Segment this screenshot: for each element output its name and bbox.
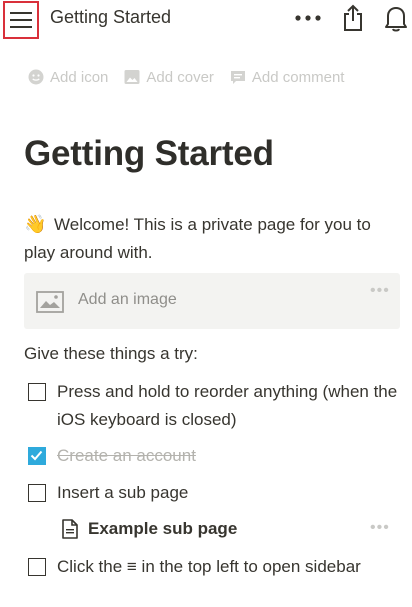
more-horizontal-icon — [295, 15, 321, 21]
add-comment-button[interactable]: Add comment — [230, 68, 345, 86]
image-icon — [124, 70, 140, 84]
add-icon-button[interactable]: Add icon — [28, 69, 108, 86]
waving-hand-emoji: 👋 — [24, 214, 47, 234]
add-comment-label: Add comment — [251, 68, 345, 86]
page-title[interactable]: Getting Started — [24, 134, 274, 174]
subpage-label: Example sub page — [88, 519, 238, 538]
todo-checkbox-checked[interactable] — [28, 447, 46, 465]
page-meta-actions: Add icon Add cover Add comment — [28, 66, 360, 88]
add-cover-button[interactable]: Add cover — [124, 69, 214, 86]
image-placeholder-label: Add an image — [78, 291, 177, 308]
todo-text: Click the ≡ in the top left to open side… — [57, 557, 361, 576]
image-placeholder-block[interactable]: Add an image ••• — [24, 273, 400, 329]
more-button[interactable] — [292, 8, 324, 28]
todo-text-completed: Create an account — [57, 446, 196, 465]
try-heading[interactable]: Give these things a try: — [24, 344, 198, 364]
checkmark-icon — [30, 450, 43, 461]
todo-text: Insert a sub page — [57, 483, 189, 502]
welcome-text: Welcome! This is a private page for you … — [24, 215, 371, 262]
hamburger-menu-icon — [10, 12, 32, 28]
subpage-link[interactable]: Example sub page — [62, 516, 237, 542]
todo-checkbox[interactable] — [28, 558, 46, 576]
smiley-icon — [28, 69, 44, 85]
bell-icon — [385, 7, 407, 32]
subpage-more-icon[interactable]: ••• — [370, 519, 390, 537]
top-bar: Getting Started — [0, 0, 412, 40]
page-icon — [62, 519, 78, 539]
add-icon-label: Add icon — [50, 68, 109, 86]
comment-icon — [230, 71, 245, 84]
image-icon — [36, 291, 64, 313]
share-button[interactable] — [340, 2, 366, 34]
todo-checkbox[interactable] — [28, 484, 46, 502]
page-title-header: Getting Started — [50, 7, 172, 27]
welcome-paragraph[interactable]: 👋 Welcome! This is a private page for you… — [24, 210, 404, 267]
todo-checkbox[interactable] — [28, 383, 46, 401]
add-cover-label: Add cover — [146, 68, 214, 86]
notifications-button[interactable] — [382, 2, 410, 34]
image-block-more-icon[interactable]: ••• — [370, 282, 390, 300]
todo-text: Press and hold to reorder anything (when… — [57, 382, 398, 429]
share-icon — [344, 4, 362, 31]
menu-button[interactable] — [3, 1, 39, 39]
